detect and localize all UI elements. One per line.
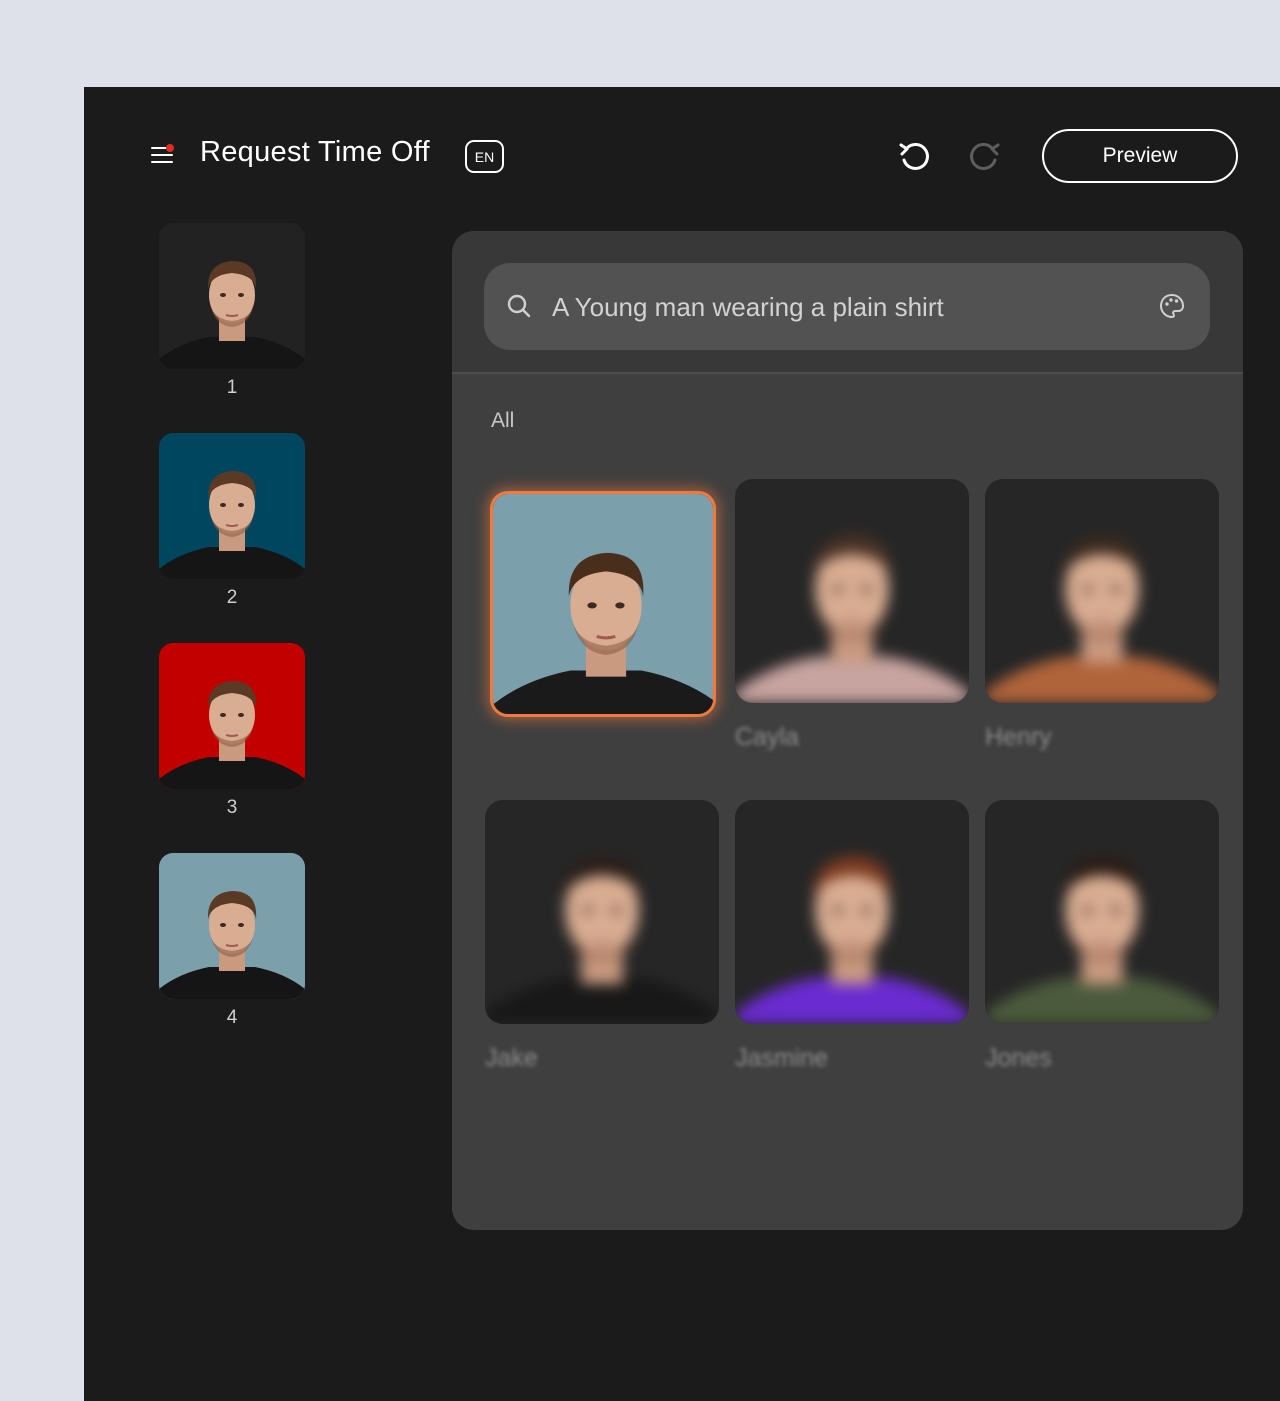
- variant-1[interactable]: 1: [159, 223, 305, 409]
- avatar-name: Jake: [485, 1044, 538, 1072]
- undo-button[interactable]: [896, 138, 936, 174]
- notification-dot: [166, 144, 174, 152]
- avatar-image: [490, 491, 716, 717]
- avatar-image: [485, 800, 719, 1024]
- undo-icon: [899, 143, 929, 170]
- avatar-panel: All Cayla Henry: [452, 231, 1243, 1230]
- avatar-name: Henry: [985, 723, 1052, 751]
- variant-thumbnail: [159, 853, 305, 999]
- search-icon: [507, 294, 531, 318]
- menu-button[interactable]: [148, 142, 178, 168]
- redo-icon: [970, 143, 1000, 170]
- search-input[interactable]: [552, 285, 1132, 329]
- filter-all-tab[interactable]: All: [491, 409, 514, 433]
- variant-number: 1: [226, 377, 238, 398]
- redo-button[interactable]: [963, 138, 1003, 174]
- variant-number: 3: [226, 797, 238, 818]
- avatar-image: [735, 800, 969, 1024]
- variant-thumbnail: [159, 223, 305, 369]
- page-title: Request Time Off: [200, 136, 430, 168]
- avatar-image: [985, 479, 1219, 703]
- variant-4[interactable]: 4: [159, 853, 305, 1039]
- variant-number: 2: [226, 587, 238, 608]
- menu-icon-line: [151, 154, 173, 156]
- palette-icon[interactable]: [1156, 290, 1188, 322]
- avatar-image: [735, 479, 969, 703]
- menu-icon-line: [151, 161, 173, 163]
- avatar-name: Jones: [985, 1044, 1052, 1072]
- language-badge[interactable]: EN: [465, 140, 504, 173]
- search-bar[interactable]: [484, 263, 1210, 350]
- variant-number: 4: [226, 1007, 238, 1028]
- search-area: [452, 231, 1243, 374]
- variant-3[interactable]: 3: [159, 643, 305, 829]
- avatar-name: Jasmine: [735, 1044, 829, 1072]
- variant-2[interactable]: 2: [159, 433, 305, 619]
- avatar-image: [985, 800, 1219, 1024]
- avatar-name: Cayla: [735, 723, 799, 751]
- variant-thumbnail: [159, 433, 305, 579]
- preview-button[interactable]: Preview: [1042, 129, 1238, 183]
- variant-thumbnail: [159, 643, 305, 789]
